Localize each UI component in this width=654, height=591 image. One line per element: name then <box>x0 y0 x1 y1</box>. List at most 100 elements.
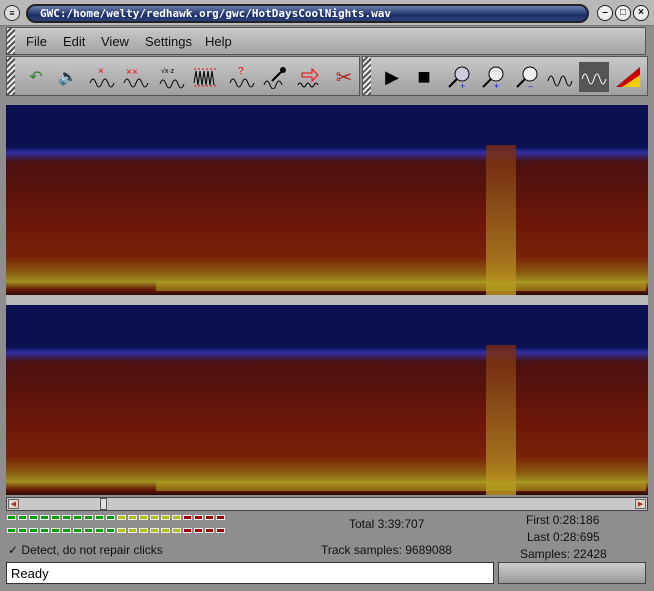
sqrt-filter-icon[interactable]: √x·z <box>157 62 187 92</box>
svg-text:×: × <box>98 66 104 77</box>
meter-segment <box>62 515 71 520</box>
track-samples: Track samples: 9689088 <box>321 543 452 557</box>
zoom-select-icon[interactable]: + <box>445 62 475 92</box>
meter-segment <box>183 528 192 533</box>
svg-text:××: ×× <box>126 67 138 78</box>
svg-text:–: – <box>528 81 533 89</box>
view-all-icon[interactable] <box>545 62 575 92</box>
zoom-out-icon[interactable]: – <box>513 62 543 92</box>
meter-segment <box>51 528 60 533</box>
meter-segment <box>161 528 170 533</box>
last-time: Last 0:28:695 <box>527 530 600 544</box>
spectral-view-icon[interactable] <box>579 62 609 92</box>
status-bar: Ready <box>6 562 494 584</box>
spectrogram-icon[interactable] <box>613 62 643 92</box>
meter-segment <box>73 515 82 520</box>
undo-icon[interactable]: ↶ <box>21 62 51 92</box>
meter-segment <box>183 515 192 520</box>
svg-text:?: ? <box>238 66 244 77</box>
toolbar-edit: ↶ 🔈 × ×× √x·z ? ✂ <box>6 56 360 96</box>
scissors-icon[interactable]: ✂ <box>329 62 359 92</box>
meter-segment <box>18 515 27 520</box>
scroll-left-arrow-icon[interactable]: ◀ <box>8 499 19 509</box>
meter-segment <box>7 528 16 533</box>
window-title: GWC:/home/welty/redhawk.org/gwc/HotDaysC… <box>26 4 589 23</box>
close-button[interactable]: × <box>633 5 649 21</box>
meter-segment <box>150 515 159 520</box>
meter-segment <box>29 528 38 533</box>
meter-segment <box>84 515 93 520</box>
meter-segment <box>128 528 137 533</box>
meter-segment <box>205 528 214 533</box>
menu-file[interactable]: File <box>26 34 47 49</box>
meter-segment <box>117 528 126 533</box>
horizontal-scrollbar[interactable]: ◀ ▶ <box>6 497 648 511</box>
dropper-icon[interactable] <box>261 62 291 92</box>
meter-segment <box>139 528 148 533</box>
spectrogram-channel-right[interactable] <box>6 305 648 495</box>
level-meter-right <box>7 528 225 533</box>
first-time: First 0:28:186 <box>526 513 600 527</box>
meter-segment <box>117 515 126 520</box>
window-menu-button[interactable]: ≡ <box>4 5 20 21</box>
check-icon: ✓ <box>8 543 19 557</box>
grip-handle[interactable] <box>7 28 15 54</box>
meter-segment <box>150 528 159 533</box>
meter-segment <box>172 528 181 533</box>
meter-segment <box>139 515 148 520</box>
level-meter-left <box>7 515 225 520</box>
progress-bar <box>498 562 646 584</box>
meter-segment <box>128 515 137 520</box>
arrow-icon[interactable] <box>295 62 325 92</box>
grip-handle[interactable] <box>7 57 15 95</box>
meter-segment <box>73 528 82 533</box>
declick-multi-icon[interactable]: ×× <box>121 62 151 92</box>
meter-segment <box>172 515 181 520</box>
svg-text:√x·z: √x·z <box>161 67 175 75</box>
toolbar-view: ▶ ■ + + – <box>362 56 648 96</box>
maximize-button[interactable]: □ <box>615 5 631 21</box>
declick-all-icon[interactable] <box>191 62 221 92</box>
scroll-thumb[interactable] <box>100 498 107 510</box>
total-time: Total 3:39:707 <box>349 517 425 531</box>
meter-segment <box>106 528 115 533</box>
detect-clicks-option[interactable]: ✓ Detect, do not repair clicks <box>8 543 163 557</box>
meter-segment <box>216 528 225 533</box>
menu-settings[interactable]: Settings <box>145 34 192 49</box>
meter-segment <box>106 515 115 520</box>
menu-edit[interactable]: Edit <box>63 34 85 49</box>
scroll-right-arrow-icon[interactable]: ▶ <box>635 499 646 509</box>
meter-segment <box>18 528 27 533</box>
stop-icon[interactable]: ■ <box>409 62 439 92</box>
meter-segment <box>62 528 71 533</box>
menu-bar: File Edit View Settings Help <box>6 27 646 55</box>
play-icon[interactable]: ▶ <box>377 62 407 92</box>
spectrogram-channel-left[interactable] <box>6 105 648 295</box>
meter-segment <box>84 528 93 533</box>
menu-help[interactable]: Help <box>205 34 232 49</box>
menu-view[interactable]: View <box>101 34 129 49</box>
meter-segment <box>205 515 214 520</box>
title-bar: ≡ GWC:/home/welty/redhawk.org/gwc/HotDay… <box>0 0 654 26</box>
meter-segment <box>51 515 60 520</box>
meter-segment <box>29 515 38 520</box>
zoom-in-icon[interactable]: + <box>479 62 509 92</box>
minimize-button[interactable]: – <box>597 5 613 21</box>
speaker-icon[interactable]: 🔈 <box>53 62 83 92</box>
grip-handle[interactable] <box>363 57 371 95</box>
detect-clicks-label: Detect, do not repair clicks <box>21 543 163 557</box>
meter-segment <box>7 515 16 520</box>
meter-segment <box>40 528 49 533</box>
meter-segment <box>40 515 49 520</box>
channel-divider <box>6 295 648 305</box>
meter-segment <box>194 528 203 533</box>
meter-segment <box>95 528 104 533</box>
selected-samples: Samples: 22428 <box>520 547 607 561</box>
svg-text:+: + <box>494 81 499 89</box>
question-click-icon[interactable]: ? <box>227 62 257 92</box>
svg-text:+: + <box>460 81 465 89</box>
meter-segment <box>95 515 104 520</box>
declick-icon[interactable]: × <box>87 62 117 92</box>
meter-segment <box>216 515 225 520</box>
meter-segment <box>161 515 170 520</box>
